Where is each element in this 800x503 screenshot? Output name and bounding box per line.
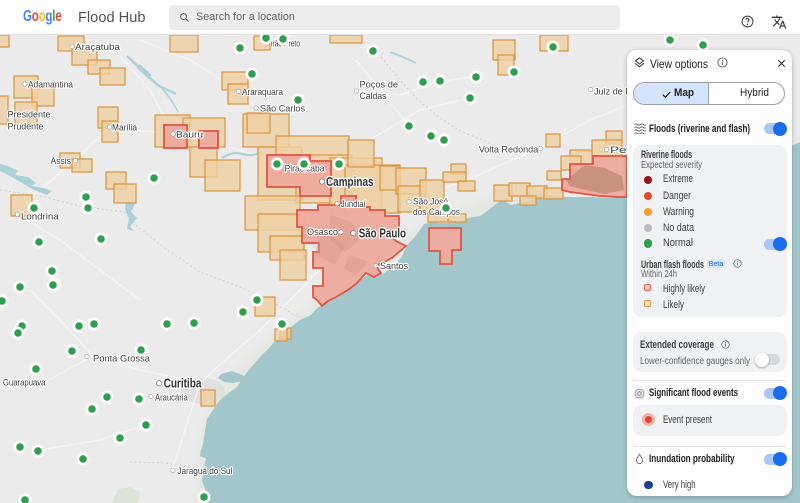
svg-text:Campinas: Campinas xyxy=(326,175,374,189)
svg-text:Assis: Assis xyxy=(51,156,72,167)
svg-text:Jundiaí: Jundiaí xyxy=(341,199,366,210)
svg-text:Bauru: Bauru xyxy=(176,130,203,141)
svg-text:Osasco: Osasco xyxy=(307,227,338,238)
svg-text:Adamantina: Adamantina xyxy=(28,80,74,91)
svg-text:Londrina: Londrina xyxy=(21,211,59,222)
svg-text:Araraquara: Araraquara xyxy=(242,87,284,98)
svg-text:Volta Redonda: Volta Redonda xyxy=(479,144,539,155)
svg-text:Marília: Marília xyxy=(112,123,138,134)
svg-text:dos Campos: dos Campos xyxy=(413,207,460,218)
svg-text:Poços de: Poços de xyxy=(360,80,399,91)
svg-text:Santos: Santos xyxy=(380,261,408,272)
svg-text:Curitiba: Curitiba xyxy=(164,376,203,390)
svg-text:Guarapuava: Guarapuava xyxy=(3,378,46,389)
svg-text:Caldas: Caldas xyxy=(360,91,387,102)
svg-text:Jaraguá do Sul: Jaraguá do Sul xyxy=(177,466,232,477)
svg-text:Araçatuba: Araçatuba xyxy=(75,42,121,53)
svg-text:São Paulo: São Paulo xyxy=(359,227,407,241)
svg-text:Presidente: Presidente xyxy=(8,110,51,121)
svg-text:Prudente: Prudente xyxy=(8,122,44,133)
svg-text:Araucária: Araucária xyxy=(155,392,188,403)
